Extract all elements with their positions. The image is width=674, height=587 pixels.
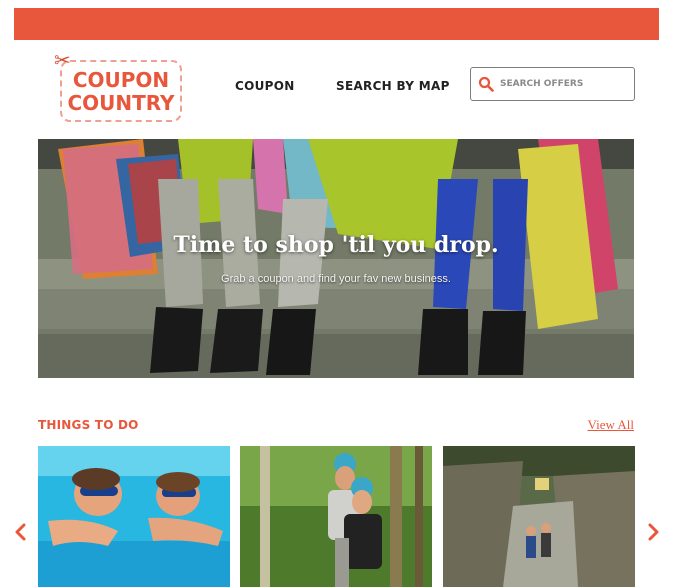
- activity-card-swimming[interactable]: [38, 446, 230, 587]
- chevron-right-icon[interactable]: [643, 519, 663, 545]
- hero-banner: Time to shop 'til you drop. Grab a coupo…: [38, 139, 634, 378]
- nav-search-by-map-link[interactable]: SEARCH BY MAP: [336, 79, 450, 93]
- activity-card-zipline[interactable]: [240, 446, 432, 587]
- search-icon[interactable]: [478, 76, 494, 92]
- section-title-things-to-do: THINGS TO DO: [38, 418, 139, 432]
- activity-card-gorge[interactable]: [443, 446, 635, 587]
- coupon-country-logo[interactable]: ✂ COUPON COUNTRY: [54, 50, 182, 122]
- rocky-gorge-image: [443, 446, 635, 587]
- swimming-kids-image: [38, 446, 230, 587]
- logo-line-1: COUPON: [72, 68, 170, 92]
- zipline-forest-image: [240, 446, 432, 587]
- search-input[interactable]: [500, 75, 628, 93]
- nav-coupon-link[interactable]: COUPON: [235, 79, 295, 93]
- hero-shopping-photo: [38, 139, 634, 378]
- chevron-left-icon[interactable]: [11, 519, 31, 545]
- hero-subtitle: Grab a coupon and find your fav new busi…: [221, 273, 451, 285]
- logo-line-2: COUNTRY: [67, 91, 175, 115]
- top-accent-bar: [14, 8, 659, 40]
- search-box[interactable]: [470, 67, 635, 101]
- hero-title: Time to shop 'til you drop.: [173, 232, 499, 258]
- view-all-link[interactable]: View All: [587, 417, 634, 433]
